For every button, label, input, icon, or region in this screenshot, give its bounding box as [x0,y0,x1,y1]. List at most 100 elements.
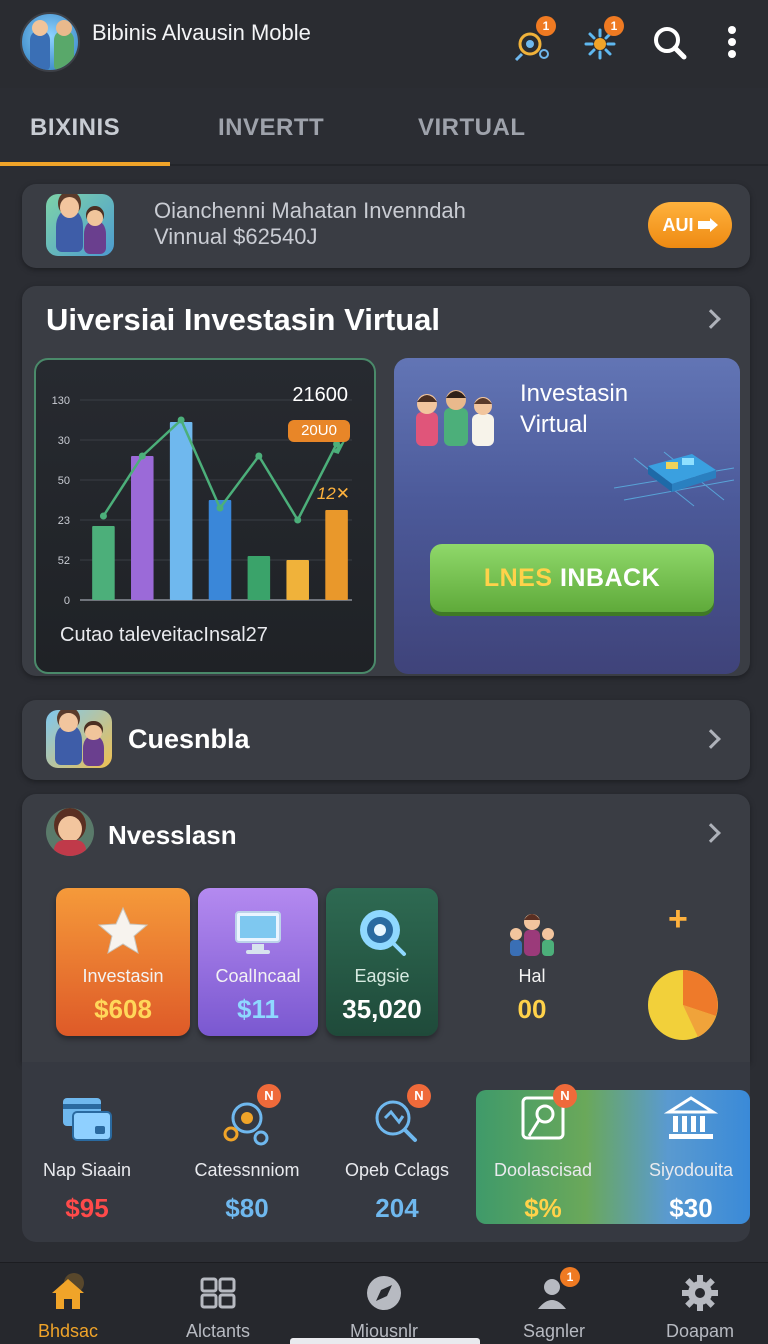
team-illustration-icon [416,390,494,446]
stat-opeb-cclags[interactable]: N Opeb Cclags 204 [322,1084,472,1224]
notification-badge: N [553,1084,577,1108]
invest-panel[interactable]: Investasin Virtual LNES INBACK [394,358,740,674]
stat-tile-hal[interactable]: Hal 00 [470,888,594,1036]
chart-tag: 12✕ [316,484,350,503]
nvesslasn-title: Nvesslasn [108,820,237,850]
card-icon [59,1092,115,1148]
cta-highlight: LNES [483,563,553,592]
promo-button-label: AUI [662,214,694,235]
promo-text: Oianchenni Mahatan Invenndah Vinnual $62… [154,198,574,250]
y-tick-label: 0 [64,595,70,607]
notification-badge: N [407,1084,431,1108]
stat-nap-siaain[interactable]: Nap Siaain $95 [22,1092,162,1224]
promo-line-1: Oianchenni Mahatan Invenndah [154,198,466,223]
chart-bar [286,560,309,600]
stat-value: $95 [65,1193,109,1223]
y-tick-label: 50 [58,475,70,487]
nav-sagnler[interactable]: 1 Sagnler [494,1267,614,1342]
nav-miousnlr[interactable]: Miousnlr [324,1273,444,1342]
nav-label: Bhdsac [37,1321,99,1341]
tile-label: Eagsie [354,966,410,986]
stat-value: 204 [375,1193,419,1223]
grid-icon [198,1273,238,1313]
trend-point [177,416,185,424]
add-button[interactable]: + [668,900,688,939]
cta-label: INBACK [559,563,661,592]
family-icon [510,914,554,956]
home-icon [48,1273,88,1313]
stat-label: Siyodouita [648,1160,734,1180]
stat-value: $% [524,1193,562,1223]
nav-alctants[interactable]: Alctants [158,1273,278,1342]
app-logo [20,12,80,72]
stat-label: Catessnniom [194,1160,300,1180]
promo-card[interactable]: Oianchenni Mahatan Invenndah Vinnual $62… [22,184,750,268]
active-tab-indicator [0,162,170,166]
trend-point [255,452,263,460]
coins-icon: N [219,1084,281,1148]
tab-invertt[interactable]: INVERTT [218,114,324,142]
trend-point [216,504,224,512]
stat-label: Opeb Cclags [344,1160,450,1180]
chevron-right-icon[interactable] [701,729,721,749]
map-icon: N [515,1084,577,1148]
stat-tile-eagsie[interactable]: Eagsie 35,020 [326,888,438,1036]
bank-icon [663,1092,719,1148]
stat-siyodouita[interactable]: Siyodouita $30 [616,1092,750,1224]
stat-label: Doolascisad [493,1160,593,1180]
chart-tag-text: 12 [316,484,336,503]
home-indicator [290,1338,480,1344]
stat-catessnniom[interactable]: N Catessnniom $80 [172,1084,322,1224]
trend-point [138,452,146,460]
tile-label: Hal [518,966,546,986]
chart-bar [325,510,348,600]
avatar [46,710,112,768]
tile-value: 00 [517,994,547,1024]
chart-pill: 20U0 [288,420,350,442]
more-vert-icon[interactable] [712,20,752,64]
stat-doolascisad[interactable]: N Doolascisad $% [468,1084,618,1224]
notification-badge: N [257,1084,281,1108]
stat-value: $80 [225,1193,269,1223]
nav-doapam[interactable]: Doapam [640,1273,760,1342]
app-bar: Bibinis Alvausin Moble 1 1 [0,0,768,88]
server-illustration-icon [614,451,734,507]
pie-chart-icon [648,970,718,1040]
tile-value: $608 [94,994,152,1024]
chart-bar [131,456,154,600]
invest-back-button[interactable]: LNES INBACK [430,544,714,612]
cuesnbla-title: Cuesnbla [128,724,250,754]
nav-home[interactable]: Bhdsac [8,1273,128,1342]
chart-bar [247,556,271,600]
nav-label: Sagnler [522,1321,586,1341]
avatar [46,194,114,256]
chevron-right-icon[interactable] [701,823,721,843]
user-icon: 1 [534,1267,580,1313]
stat-tile-coalincaal[interactable]: CoalIncaal $11 [198,888,318,1036]
compass-icon [364,1273,404,1313]
stat-tile-investasin[interactable]: Investasin $608 [56,888,190,1036]
tab-bixinis[interactable]: BIXINIS [30,114,120,142]
promo-button[interactable]: AUI [648,202,732,248]
nav-label: Alctants [185,1321,251,1341]
arrow-right-icon [697,218,718,232]
notification-badge: 1 [536,16,556,36]
tab-virtual[interactable]: VIRTUAL [418,114,526,142]
idea-icon[interactable]: 1 [512,16,556,64]
cuesnbla-card[interactable]: Cuesnbla [22,700,750,780]
y-tick-label: 30 [58,435,70,447]
notification-badge: 1 [560,1267,580,1287]
chart-panel[interactable]: 0 52 23 50 30 130 21600 20U0 12✕ Cutao taleve… [34,358,376,674]
search-icon[interactable] [648,20,692,64]
network-icon[interactable]: 1 [580,16,624,64]
chart-bar [169,422,193,600]
chart-number: 21600 [292,384,348,406]
chart-caption: Cutao taleveitacInsal27 [60,624,268,646]
chevron-right-icon[interactable] [701,309,721,329]
stat-value: $30 [669,1193,713,1223]
y-tick-label: 52 [58,555,70,567]
promo-line-2: Vinnual $62540J [154,224,318,249]
bottom-nav: Bhdsac Alctants Miousnlr 1 Sagnler Doapa… [0,1262,768,1344]
stat-label: Nap Siaain [42,1160,132,1180]
stats-strip: Nap Siaain $95 N Catessnniom $80 N Opeb … [22,1062,750,1242]
